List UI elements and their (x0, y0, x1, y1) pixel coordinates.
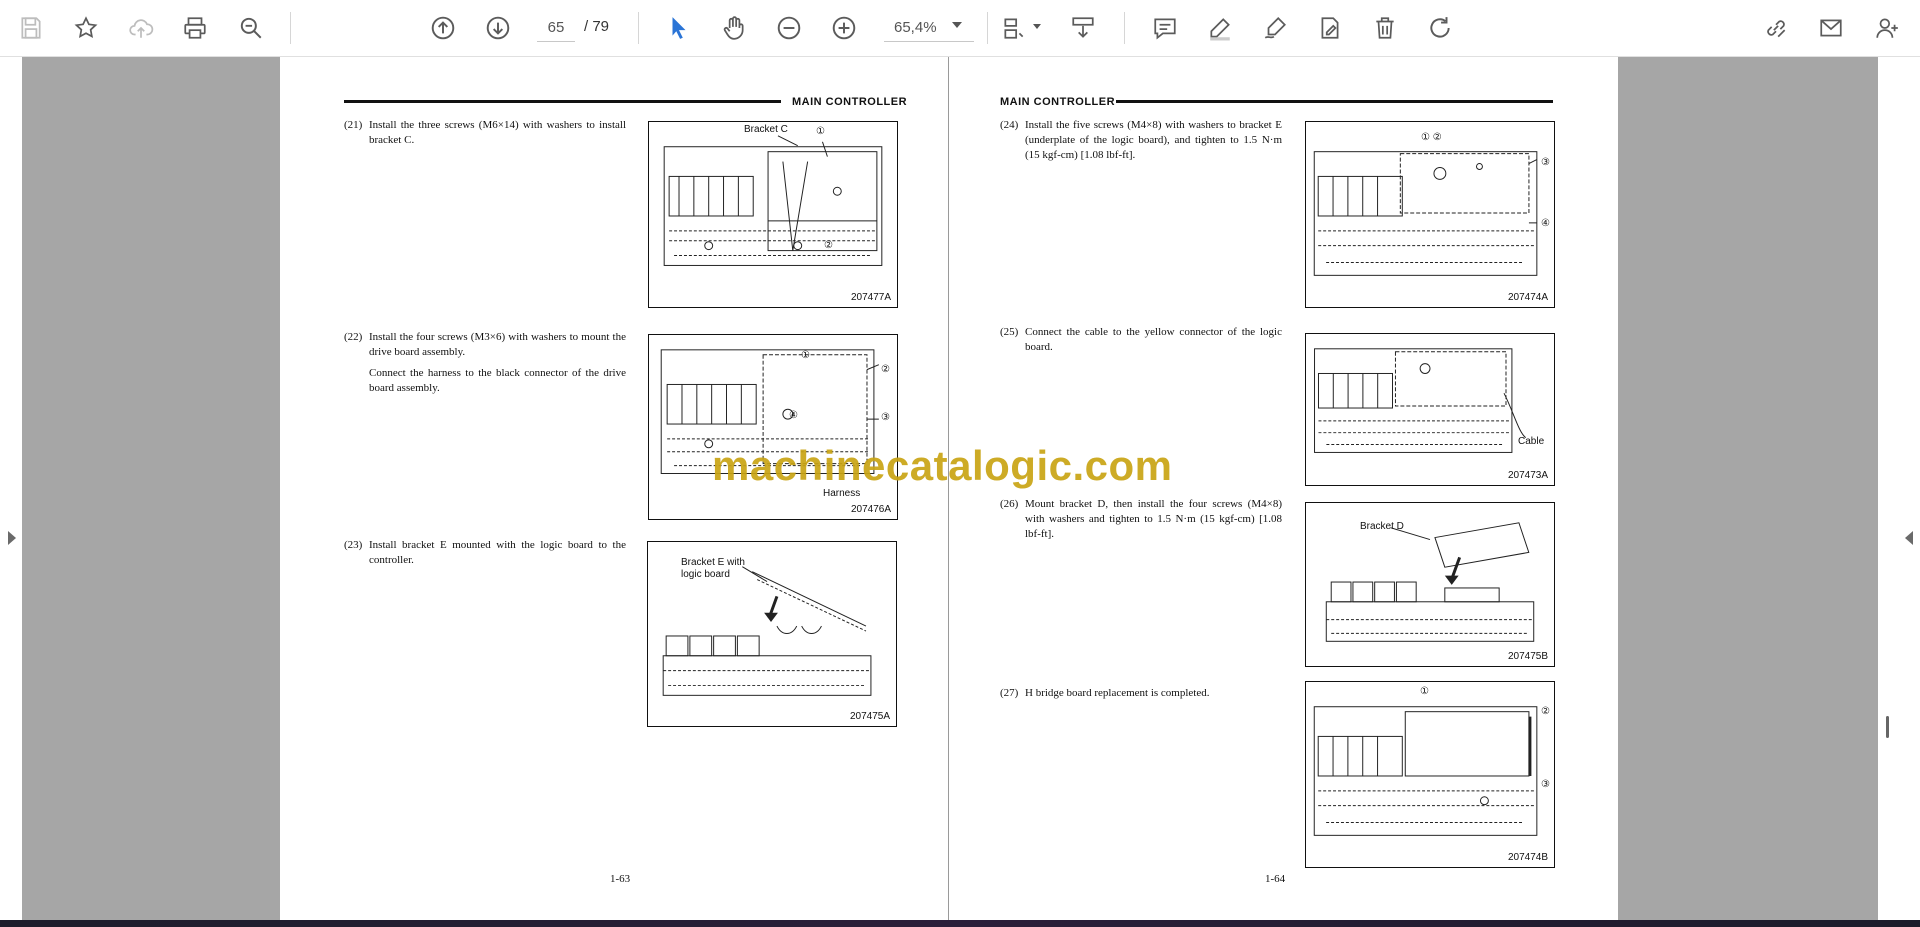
figure-207477A: Bracket C ① ② 207477A (648, 121, 898, 308)
figure-callout: logic board (681, 569, 730, 580)
figure-code: 207475B (1507, 651, 1548, 662)
figure-callout: ② (1541, 706, 1550, 717)
figure-207473A: Cable 207473A (1305, 333, 1555, 486)
scroll-mode-icon[interactable] (1064, 9, 1102, 47)
page-number: 1-63 (610, 873, 631, 885)
figure-callout: ① (801, 350, 810, 361)
figure-callout: ③ (1541, 157, 1550, 168)
step-26: (26) Mount bracket D, then install the f… (1000, 498, 1282, 540)
figure-callout: ② (824, 240, 833, 251)
save-icon[interactable] (12, 9, 50, 47)
left-panel-toggle-icon[interactable] (8, 531, 16, 545)
figure-code: 207473A (1507, 470, 1548, 481)
zoom-out-icon[interactable] (770, 9, 808, 47)
right-panel-toggle-icon[interactable] (1905, 531, 1913, 545)
add-user-icon[interactable] (1868, 9, 1906, 47)
header-rule (1116, 100, 1553, 103)
figure-callout: Bracket C (744, 124, 788, 135)
figure-code: 207477A (850, 292, 891, 303)
figure-207474B: ① ② ③ 207474B (1305, 681, 1555, 868)
figure-callout: Bracket E with (681, 557, 745, 568)
vertical-scrollbar[interactable] (1886, 716, 1889, 738)
page-up-icon[interactable] (424, 9, 462, 47)
toolbar: / 79 (0, 0, 1920, 57)
page-total: / 79 (584, 18, 610, 35)
draw-sign-icon[interactable] (1256, 9, 1294, 47)
step-25: (25) Connect the cable to the yellow con… (1000, 326, 1282, 353)
fit-dropdown-chevron-icon[interactable] (1033, 24, 1041, 29)
figure-code: 207476A (850, 504, 891, 515)
watermark-text: machinecatalogic.com (712, 442, 1173, 489)
zoom-dropdown-chevron-icon[interactable] (952, 22, 962, 28)
email-icon[interactable] (1812, 9, 1850, 47)
zoom-in-icon[interactable] (825, 9, 863, 47)
page-number: 1-64 (1265, 873, 1286, 885)
step-27: (27) H bridge board replacement is compl… (1000, 687, 1210, 699)
step-22: (22) Install the four screws (M3×6) with… (344, 331, 626, 394)
figure-callout: ④ (1541, 218, 1550, 229)
figure-callout: ② (881, 364, 890, 375)
figure-callout: ① (1420, 686, 1429, 697)
figure-207475A: Bracket E with logic board 207475A (647, 541, 897, 727)
right-margin (1618, 57, 1878, 920)
cloud-upload-icon[interactable] (122, 9, 160, 47)
page-header: MAIN CONTROLLER (1000, 96, 1116, 108)
page-number-input[interactable] (537, 14, 575, 42)
figure-code: 207475A (849, 711, 890, 722)
page-down-icon[interactable] (479, 9, 517, 47)
left-margin (22, 57, 280, 920)
comment-icon[interactable] (1146, 9, 1184, 47)
figure-callout: Bracket D (1360, 521, 1404, 532)
figure-callout: ① (816, 126, 825, 137)
figure-callout: Cable (1518, 436, 1545, 447)
figure-callout: ① ② (1421, 132, 1442, 143)
fit-page-icon[interactable] (995, 9, 1033, 47)
step-24: (24) Install the five screws (M4×8) with… (1000, 119, 1282, 161)
highlight-pen-icon[interactable] (1201, 9, 1239, 47)
zoom-level-input[interactable] (884, 14, 974, 42)
figure-callout: ③ (1541, 779, 1550, 790)
step-21: (21) Install the three screws (M6×14) wi… (344, 119, 626, 146)
figure-code: 207474B (1507, 852, 1548, 863)
figure-207474A: ① ② ③ ④ 207474A (1305, 121, 1555, 308)
edit-stamp-icon[interactable] (1311, 9, 1349, 47)
figure-207475B: Bracket D 207475B (1305, 502, 1555, 667)
figure-callout: ④ (789, 410, 798, 421)
figure-code: 207474A (1507, 292, 1548, 303)
page-header: MAIN CONTROLLER (792, 96, 908, 108)
taskbar-strip (0, 920, 1920, 927)
figure-callout: ③ (881, 412, 890, 423)
print-icon[interactable] (176, 9, 214, 47)
delete-icon[interactable] (1366, 9, 1404, 47)
select-cursor-icon[interactable] (660, 9, 698, 47)
search-zoom-icon[interactable] (232, 9, 270, 47)
header-rule (344, 100, 781, 103)
figure-207476A: ① ② ③ ④ Harness 207476A (648, 334, 898, 520)
rotate-icon[interactable] (1421, 9, 1459, 47)
share-link-icon[interactable] (1757, 9, 1795, 47)
bookmark-star-icon[interactable] (67, 9, 105, 47)
hand-pan-icon[interactable] (715, 9, 753, 47)
step-23: (23) Install bracket E mounted with the … (344, 539, 626, 566)
